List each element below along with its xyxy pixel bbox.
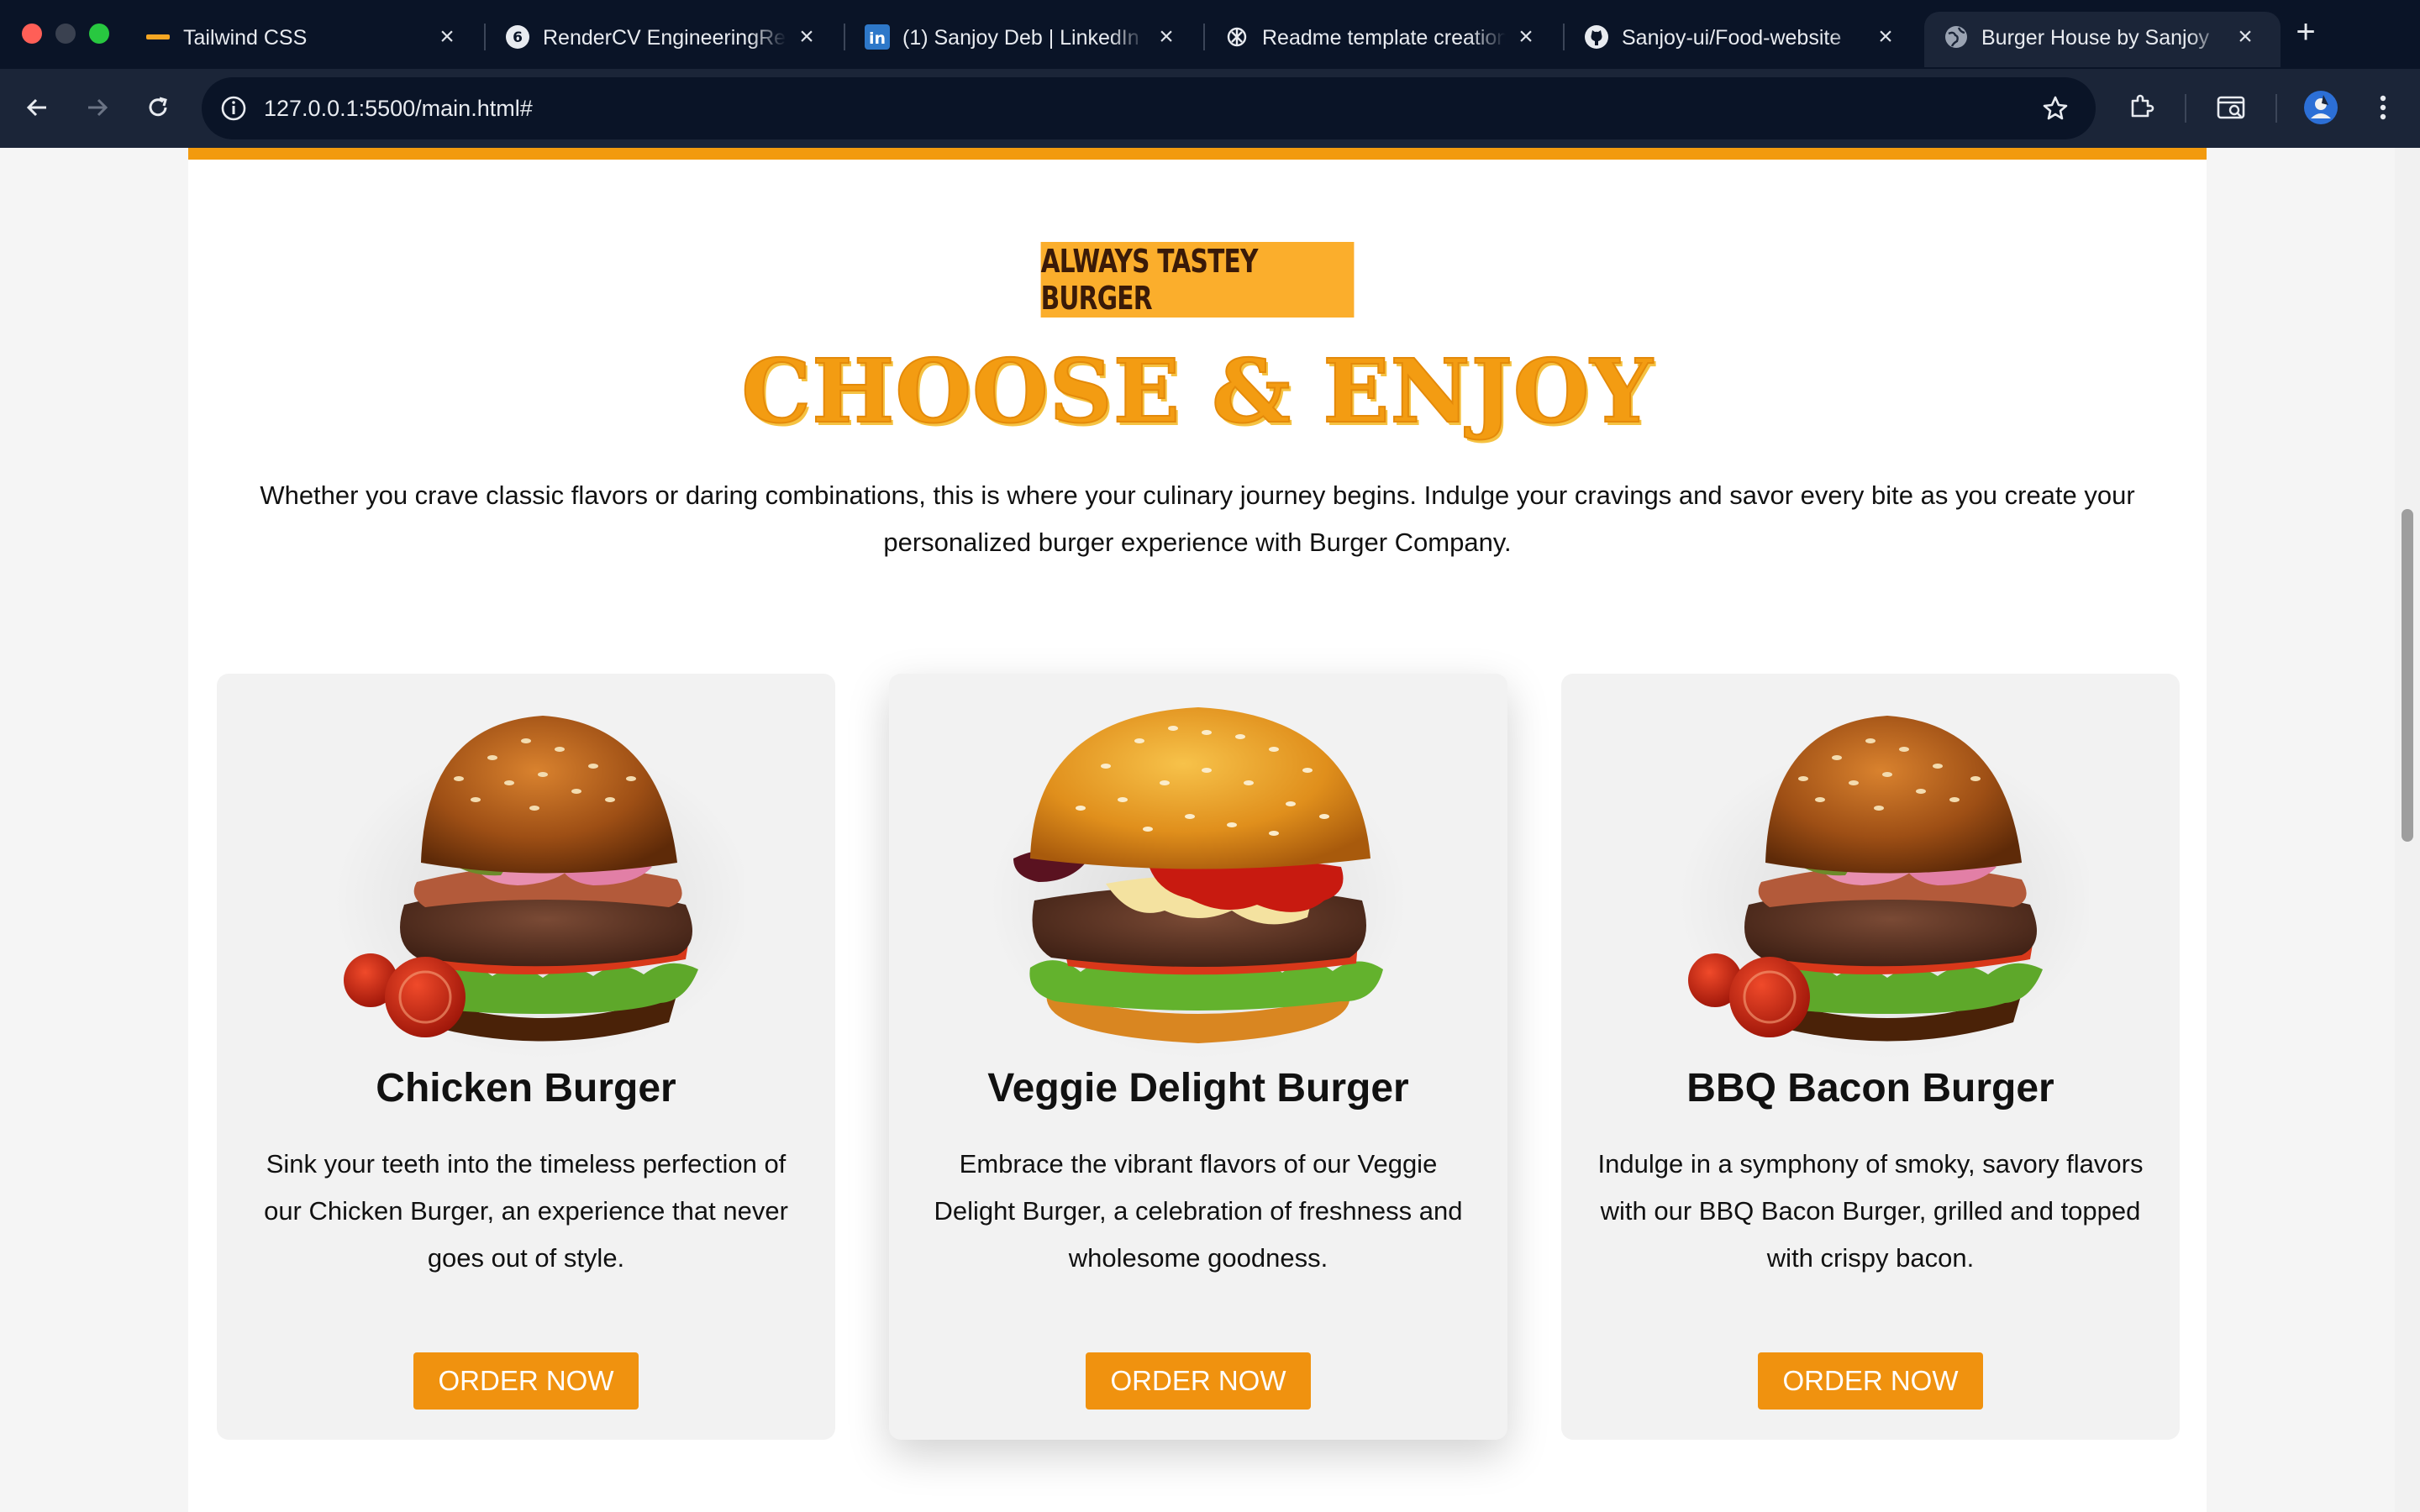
chicken-burger-image [308,690,744,1060]
zoom-window-button[interactable] [89,24,109,44]
browser-tab[interactable]: 6 RenderCV EngineeringResume × [486,12,842,67]
veggie-burger-image [980,690,1417,1060]
browser-tab[interactable]: Sanjoy-ui/Food-website × [1565,12,1921,67]
avatar-icon [2304,91,2338,124]
tab-search-icon [2217,96,2245,119]
profile-avatar[interactable] [2301,87,2341,128]
menu-section: ALWAYS TASTEY BURGER CHOOSE & ENJOY Whet… [188,148,2207,1512]
tab-search-button[interactable] [2212,87,2252,128]
site-info-icon[interactable] [217,92,250,125]
url-text: 127.0.0.1:5500/main.html# [264,96,533,121]
page-viewport: ALWAYS TASTEY BURGER CHOOSE & ENJOY Whet… [0,148,2420,1512]
order-now-button[interactable]: ORDER NOW [1758,1352,1983,1410]
forward-arrow-icon [88,98,108,117]
section-badge: ALWAYS TASTEY BURGER [1040,242,1355,318]
rendercv-icon: 6 [504,24,531,50]
tab-title: Sanjoy-ui/Food-website [1622,26,1842,50]
bbq-bacon-burger-image [1652,690,2089,1060]
browser-tab[interactable]: Tailwind CSS × [126,12,482,67]
browser-menu-button[interactable] [2363,87,2403,128]
burger-description: Embrace the vibrant flavors of our Veggi… [934,1149,1463,1273]
kebab-menu-icon [2380,95,2386,120]
puzzle-icon [2131,94,2154,118]
section-top-border [188,148,2207,160]
linkedin-icon: in [864,24,891,50]
browser-tab-active[interactable]: Burger House by Sanjoy × [1924,12,2281,67]
close-tab-icon[interactable]: × [1151,22,1181,52]
tab-title: (1) Sanjoy Deb | LinkedIn [902,26,1139,50]
burger-card: Chicken Burger Sink your teeth into the … [217,674,835,1440]
close-tab-icon[interactable]: × [432,22,462,52]
github-icon [1583,24,1610,50]
burger-name: BBQ Bacon Burger [1686,1066,2054,1110]
back-arrow-icon [26,98,46,117]
address-bar[interactable]: 127.0.0.1:5500/main.html# [202,77,2096,139]
back-button[interactable] [17,87,57,128]
svg-text:6: 6 [513,29,523,46]
chatgpt-icon [1223,24,1250,50]
section-heading: CHOOSE & ENJOY [740,339,1654,443]
close-tab-icon[interactable]: × [1870,22,1901,52]
scrollbar-thumb[interactable] [2402,509,2413,842]
globe-icon [1943,24,1970,50]
tab-title: Readme template creation [1262,26,1506,50]
burger-name: Chicken Burger [376,1066,676,1110]
bookmark-star-icon[interactable] [2039,92,2072,125]
burger-card: BBQ Bacon Burger Indulge in a symphony o… [1561,674,2180,1440]
close-tab-icon[interactable]: × [1511,22,1541,52]
close-tab-icon[interactable]: × [2230,22,2260,52]
order-now-button[interactable]: ORDER NOW [413,1352,639,1410]
extensions-button[interactable] [2121,87,2161,128]
page-scrollbar[interactable] [2395,148,2420,1512]
new-tab-button[interactable]: + [2287,13,2324,50]
tab-title: Burger House by Sanjoy [1981,26,2209,50]
svg-text:in: in [869,29,886,48]
toolbar-separator [2275,94,2277,123]
order-now-button[interactable]: ORDER NOW [1086,1352,1311,1410]
burger-card: Veggie Delight Burger Embrace the vibran… [889,674,1507,1440]
browser-tab[interactable]: in (1) Sanjoy Deb | LinkedIn × [845,12,1202,67]
reload-button[interactable] [138,87,178,128]
burger-description: Sink your teeth into the timeless perfec… [264,1149,788,1273]
close-window-button[interactable] [22,24,42,44]
tab-title: RenderCV EngineeringResume [543,26,786,50]
section-intro: Whether you crave classic flavors or dar… [260,480,2135,557]
burger-description: Indulge in a symphony of smoky, savory f… [1597,1149,2144,1273]
forward-button[interactable] [77,87,118,128]
burger-name: Veggie Delight Burger [987,1066,1409,1110]
browser-tab-strip: Tailwind CSS × 6 RenderCV EngineeringRes… [0,0,2420,69]
browser-toolbar: 127.0.0.1:5500/main.html# [0,69,2420,148]
minimize-window-button[interactable] [55,24,76,44]
tab-title: Tailwind CSS [183,26,308,50]
browser-tab[interactable]: Readme template creation × [1205,12,1561,67]
course-icon [145,24,171,50]
reload-icon [149,97,167,117]
toolbar-separator [2185,94,2186,123]
close-tab-icon[interactable]: × [792,22,822,52]
